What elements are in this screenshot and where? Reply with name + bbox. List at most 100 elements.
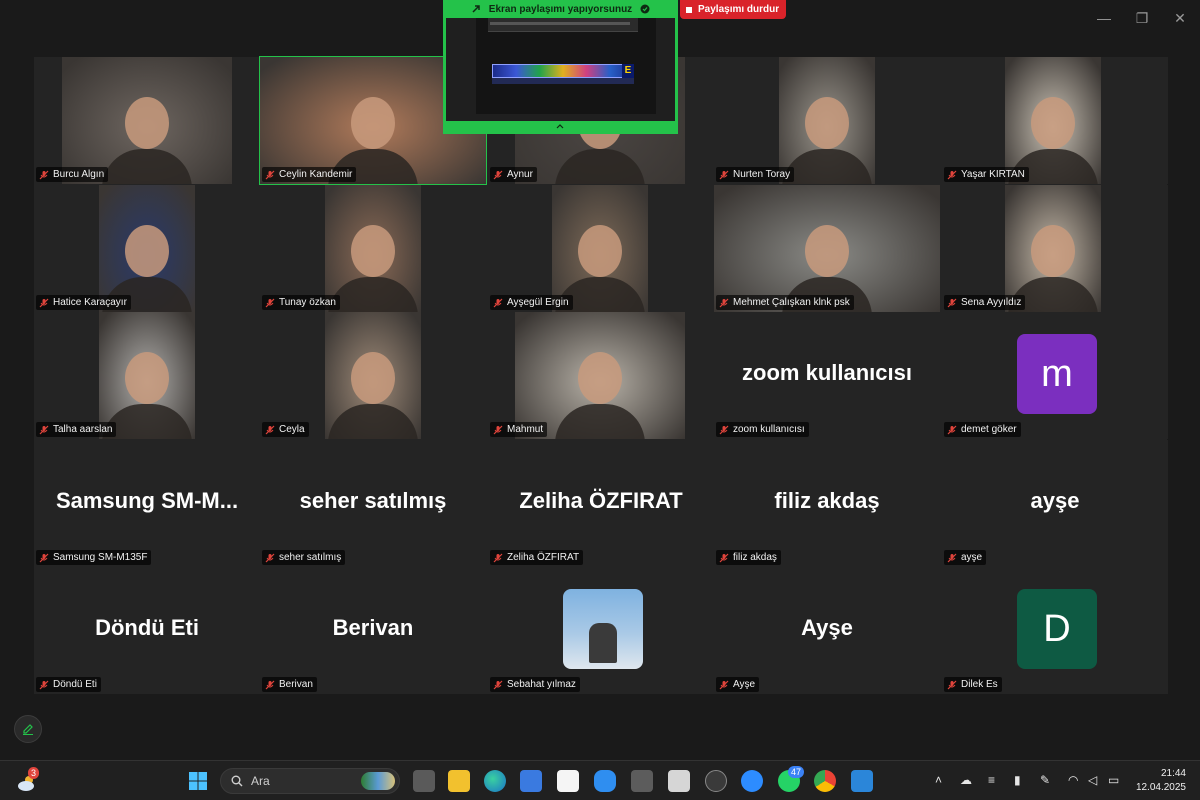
share-banner-text: Ekran paylaşımı yapıyorsunuz xyxy=(488,3,633,15)
participant-silhouette xyxy=(125,225,169,277)
participant-silhouette xyxy=(125,97,169,149)
settings-sliders-icon[interactable]: ≡ xyxy=(988,773,995,787)
participant-video xyxy=(779,57,875,184)
participant-tile[interactable]: Berivan Berivan xyxy=(260,567,486,694)
taskbar: 3 Ara 47 ˄ ☁ ≡ ▮ ✎ ◠ ◁ ▭ 21:44 12.04.202… xyxy=(0,760,1200,800)
participant-display-name: ayşe xyxy=(1030,488,1080,513)
mic-muted-icon xyxy=(719,298,729,307)
share-arrow-icon xyxy=(472,5,480,13)
mic-muted-icon xyxy=(39,425,49,434)
participant-name: Berivan xyxy=(279,679,313,690)
participant-name: Sena Ayyıldız xyxy=(961,297,1022,308)
mic-muted-icon xyxy=(947,298,957,307)
participant-tile[interactable]: Döndü Eti Döndü Eti xyxy=(34,567,260,694)
whatsapp-icon[interactable]: 47 xyxy=(778,766,805,792)
participant-nametag: Mehmet Çalışkan klnk psk xyxy=(716,295,854,310)
clock-date: 12.04.2025 xyxy=(1135,782,1186,793)
mic-muted-icon xyxy=(39,680,49,689)
participant-tile[interactable]: ayşe ayşe xyxy=(942,440,1168,567)
chatgpt-icon[interactable] xyxy=(705,770,727,792)
participant-tile[interactable]: Yaşar KIRTAN xyxy=(942,57,1168,184)
participant-avatar: m xyxy=(1017,334,1097,414)
participant-tile[interactable]: zoom kullanıcısı zoom kullanıcısı xyxy=(714,312,940,439)
calculator-icon[interactable] xyxy=(631,770,653,792)
participant-tile[interactable]: filiz akdaş filiz akdaş xyxy=(714,440,940,567)
participant-tile[interactable]: Nurten Toray xyxy=(714,57,940,184)
taskbar-clock[interactable]: 21:44 12.04.2025 xyxy=(1136,767,1186,795)
onedrive-icon[interactable] xyxy=(594,770,616,792)
participant-name: Burcu Algın xyxy=(53,169,105,180)
pen-icon[interactable]: ✎ xyxy=(1040,773,1050,787)
participant-nametag: Ayşegül Ergin xyxy=(490,295,573,310)
screen-share-panel[interactable]: Ekran paylaşımı yapıyorsunuz E xyxy=(443,0,678,134)
participant-video xyxy=(552,185,648,312)
participant-nametag: ayşe xyxy=(944,550,987,565)
restore-button[interactable]: ❐ xyxy=(1132,10,1152,27)
participant-tile[interactable]: Talha aarslan xyxy=(34,312,260,439)
file-explorer-icon[interactable] xyxy=(448,770,470,792)
participant-tile[interactable]: m demet göker xyxy=(942,312,1168,439)
participant-name: Zeliha ÖZFIRAT xyxy=(507,552,580,563)
windows-logo-icon xyxy=(189,772,207,790)
start-button[interactable] xyxy=(187,770,209,792)
participant-tile[interactable]: Ceyla xyxy=(260,312,486,439)
annotate-button[interactable] xyxy=(14,715,42,743)
zoom-icon[interactable] xyxy=(741,770,763,792)
app-m-icon[interactable] xyxy=(557,770,579,792)
participant-tile[interactable]: Burcu Algın xyxy=(34,57,260,184)
participant-tile[interactable]: Mehmet Çalışkan klnk psk xyxy=(714,185,940,312)
close-button[interactable]: ✕ xyxy=(1170,10,1190,27)
photos-icon[interactable] xyxy=(851,770,873,792)
participant-tile[interactable]: Ayşegül Ergin xyxy=(488,185,714,312)
participant-nametag: demet göker xyxy=(944,422,1021,437)
participant-tile[interactable]: Zeliha ÖZFIRAT Zeliha ÖZFIRAT xyxy=(488,440,714,567)
participant-body xyxy=(102,149,192,184)
stop-share-button[interactable]: Paylaşımı durdur xyxy=(680,0,786,19)
participant-nametag: Aynur xyxy=(490,167,537,182)
chrome-icon[interactable] xyxy=(814,770,836,792)
participant-nametag: Tunay özkan xyxy=(262,295,340,310)
participant-tile[interactable]: Sebahat yılmaz xyxy=(488,567,714,694)
pencil-icon xyxy=(23,724,33,735)
taskbar-search[interactable]: Ara xyxy=(220,768,400,794)
participant-tile[interactable]: seher satılmış seher satılmış xyxy=(260,440,486,567)
weather-widget[interactable]: 3 xyxy=(16,767,40,792)
participant-display-name: filiz akdaş xyxy=(774,488,880,513)
participant-tile[interactable]: D Dilek Es xyxy=(942,567,1168,694)
participant-nametag: Dilek Es xyxy=(944,677,1002,692)
participant-tile[interactable]: Mahmut xyxy=(488,312,714,439)
volume-icon[interactable]: ◁ xyxy=(1088,773,1097,787)
tray-overflow-icon[interactable]: ˄ xyxy=(935,773,942,787)
battery-icon[interactable]: ▭ xyxy=(1108,773,1119,787)
participant-tile[interactable]: Ayşe Ayşe xyxy=(714,567,940,694)
task-view-icon[interactable] xyxy=(413,770,435,792)
mail-icon[interactable] xyxy=(668,770,690,792)
participant-nametag: Hatice Karaçayır xyxy=(36,295,131,310)
participant-nametag: Burcu Algın xyxy=(36,167,109,182)
mic-muted-icon xyxy=(947,170,957,179)
participant-tile[interactable]: Tunay özkan xyxy=(260,185,486,312)
microsoft-store-icon[interactable] xyxy=(520,770,542,792)
participant-display-name: Döndü Eti xyxy=(95,615,199,640)
network-status-icon[interactable]: ☁ xyxy=(960,773,972,787)
participant-video xyxy=(99,312,195,439)
participant-body xyxy=(782,149,872,184)
participant-tile[interactable]: Hatice Karaçayır xyxy=(34,185,260,312)
share-panel-collapse-bar[interactable] xyxy=(446,121,675,131)
wifi-icon[interactable]: ◠ xyxy=(1068,773,1078,787)
participant-nametag: Ayşe xyxy=(716,677,760,692)
mic-muted-icon xyxy=(39,298,49,307)
participant-silhouette xyxy=(1031,225,1075,277)
participant-tile[interactable]: Sena Ayyıldız xyxy=(942,185,1168,312)
minimize-button[interactable]: — xyxy=(1094,10,1114,26)
participant-video xyxy=(1005,57,1101,184)
participant-display-name: seher satılmış xyxy=(299,488,447,513)
participant-nametag: zoom kullanıcısı xyxy=(716,422,809,437)
participant-display-name: zoom kullanıcısı xyxy=(742,360,912,385)
edge-browser-icon[interactable] xyxy=(484,770,506,792)
participant-name: Ayşe xyxy=(733,679,756,690)
participant-tile[interactable]: Samsung SM-M... Samsung SM-M135F xyxy=(34,440,260,567)
audio-meter-icon[interactable]: ▮ xyxy=(1014,773,1021,787)
mic-muted-icon xyxy=(493,680,503,689)
participant-name: seher satılmış xyxy=(279,552,342,563)
